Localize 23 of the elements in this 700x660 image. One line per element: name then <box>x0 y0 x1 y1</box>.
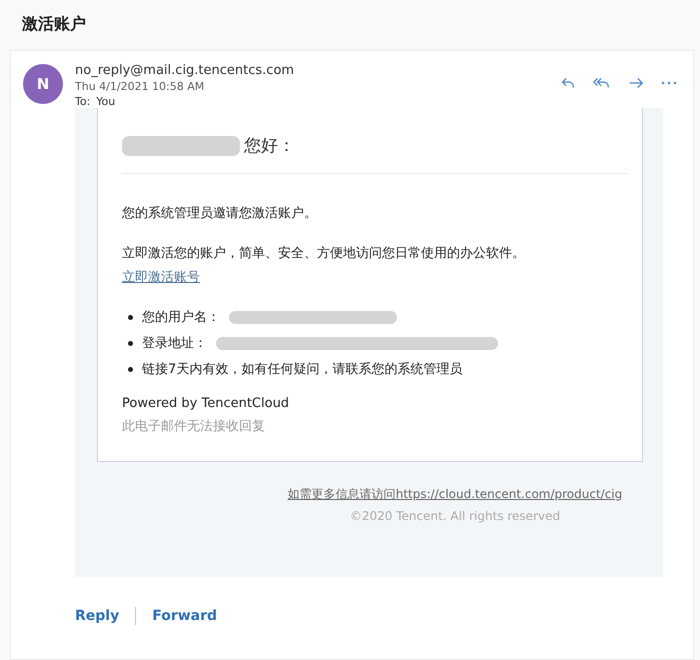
more-icon[interactable] <box>661 81 677 85</box>
bullet-icon <box>128 366 133 372</box>
message-date: Thu 4/1/2021 10:58 AM <box>75 80 206 93</box>
info-link[interactable]: 如需更多信息请访问https://cloud.tencent.com/product/cig <box>288 486 622 503</box>
recipient: You <box>96 95 116 108</box>
no-reply-notice: 此电子邮件无法接收回复 <box>122 418 266 435</box>
bullet-icon <box>128 314 133 320</box>
email-subject: 激活账户 <box>21 13 87 35</box>
sender-avatar: N <box>23 64 63 104</box>
sender-address: no_reply@mail.cig.tencentcs.com <box>75 63 296 78</box>
paragraph: 立即激活您的账户，简单、安全、方便地访问您日常使用的办公软件。 <box>122 245 526 262</box>
powered-by: Powered by TencentCloud <box>122 396 290 411</box>
action-button[interactable]: Reply <box>75 608 120 624</box>
activate-link[interactable]: 立即激活账号 <box>122 268 200 286</box>
action-button[interactable]: Forward <box>152 608 218 624</box>
to-label: To: <box>75 95 90 108</box>
list-item: 链接7天内有效，如有任何疑问，请联系您的系统管理员 <box>142 361 462 378</box>
copyright: ©2020 Tencent. All rights reserved <box>350 509 560 523</box>
list-item: 您的用户名： <box>142 309 220 326</box>
paragraph: 您的系统管理员邀请您激活账户。 <box>122 205 318 222</box>
list-item: 登录地址： <box>142 335 207 352</box>
greeting: 您好： <box>244 135 295 157</box>
bullet-icon <box>128 340 133 346</box>
